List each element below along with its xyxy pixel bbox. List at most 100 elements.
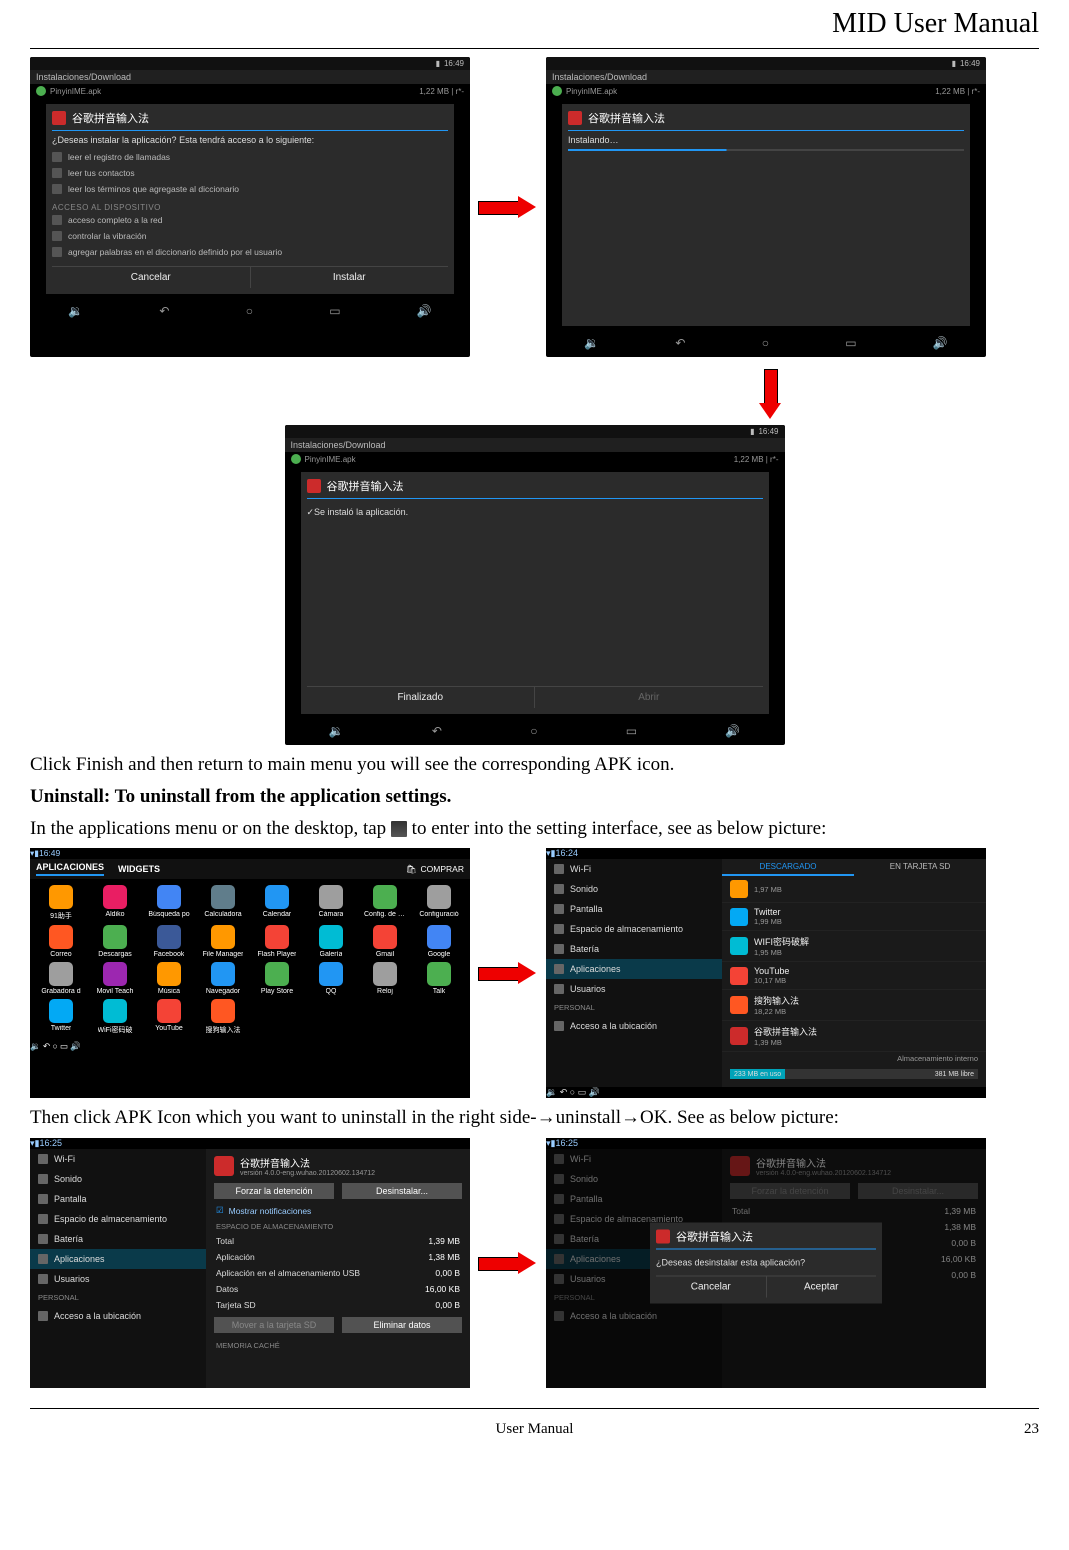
app-launcher-item[interactable]: Navegador [198, 962, 248, 995]
sidebar-item-wifi[interactable]: Wi-Fi [546, 1149, 722, 1169]
sidebar-item-sound[interactable]: Sonido [546, 879, 722, 899]
shop-button[interactable]: COMPRAR [421, 864, 464, 874]
app-launcher-item[interactable]: Facebook [144, 925, 194, 958]
sidebar-item-users[interactable]: Usuarios [546, 979, 722, 999]
force-stop-button[interactable]: Forzar la detención [214, 1183, 334, 1199]
sidebar-item-display[interactable]: Pantalla [30, 1189, 206, 1209]
ok-button[interactable]: Aceptar [766, 1277, 877, 1298]
sidebar-item-battery[interactable]: Batería [546, 939, 722, 959]
app-list-item[interactable]: 搜狗输入法18,22 MB [722, 990, 986, 1021]
sidebar-item-storage[interactable]: Espacio de almacenamiento [546, 919, 722, 939]
app-launcher-item[interactable]: File Manager [198, 925, 248, 958]
app-launcher-item[interactable]: Flash Player [252, 925, 302, 958]
sidebar-item-battery[interactable]: Batería [30, 1229, 206, 1249]
android-icon [36, 86, 46, 96]
app-launcher-item[interactable]: Calendar [252, 885, 302, 921]
app-launcher-item[interactable]: Reloj [360, 962, 410, 995]
app-launcher-item[interactable]: 91助手 [36, 885, 86, 921]
recent-icon[interactable]: ▭ [626, 724, 637, 738]
recent-icon[interactable]: ▭ [578, 1087, 587, 1097]
app-launcher-item[interactable]: Config. de Go [360, 885, 410, 921]
sidebar-item-sound[interactable]: Sonido [30, 1169, 206, 1189]
tab-applications[interactable]: APLICACIONES [36, 862, 104, 876]
app-launcher-item[interactable]: 搜狗输入法 [198, 999, 248, 1035]
app-list-item[interactable]: WIFI密码破解1,95 MB [722, 931, 986, 962]
app-launcher-item[interactable]: Correo [36, 925, 86, 958]
app-launcher-item[interactable]: Aldiko [90, 885, 140, 921]
back-icon[interactable]: ↶ [432, 724, 442, 738]
done-button[interactable]: Finalizado [307, 687, 535, 708]
install-button[interactable]: Instalar [250, 267, 449, 288]
home-icon[interactable]: ○ [530, 724, 537, 738]
sidebar-item-display[interactable]: Pantalla [546, 899, 722, 919]
recent-icon[interactable]: ▭ [845, 336, 856, 350]
tab-widgets[interactable]: WIDGETS [118, 864, 160, 874]
vol-down-icon[interactable]: 🔉 [584, 336, 599, 350]
app-launcher-item[interactable]: Búsqueda po [144, 885, 194, 921]
apk-filename: PinyinIME.apk [305, 455, 356, 464]
move-sd-button[interactable]: Mover a la tarjeta SD [214, 1317, 334, 1333]
uninstall-dialog: 谷歌拼音输入法 ¿Deseas desinstalar esta aplicac… [650, 1223, 882, 1304]
vol-up-icon[interactable]: 🔊 [589, 1087, 600, 1097]
home-icon[interactable]: ○ [246, 304, 253, 318]
vol-up-icon[interactable]: 🔊 [70, 1041, 81, 1051]
app-launcher-item[interactable]: WiFi密码破 [90, 999, 140, 1035]
app-list-item[interactable]: YouTube10,17 MB [722, 962, 986, 990]
cancel-button[interactable]: Cancelar [656, 1277, 766, 1298]
app-launcher-item[interactable]: Galería [306, 925, 356, 958]
sidebar-item-wifi[interactable]: Wi-Fi [30, 1149, 206, 1169]
app-launcher-item[interactable]: Cámara [306, 885, 356, 921]
app-list-item[interactable]: 谷歌拼音输入法1,39 MB [722, 1021, 986, 1052]
app-launcher-item[interactable]: Gmail [360, 925, 410, 958]
cancel-button[interactable]: Cancelar [52, 267, 250, 288]
sidebar-item-wifi[interactable]: Wi-Fi [546, 859, 722, 879]
back-icon[interactable]: ↶ [675, 336, 685, 350]
vol-up-icon[interactable]: 🔊 [933, 336, 948, 350]
home-icon[interactable]: ○ [52, 1041, 57, 1051]
app-launcher-item[interactable]: Twitter [36, 999, 86, 1035]
app-launcher-item[interactable]: Movil Teach [90, 962, 140, 995]
app-launcher-item[interactable]: Música [144, 962, 194, 995]
app-launcher-item[interactable]: Play Store [252, 962, 302, 995]
app-launcher-item[interactable]: Configuració [414, 885, 464, 921]
app-list-item[interactable]: 1,97 MB [722, 876, 986, 903]
settings-sidebar: Wi-FiSonidoPantallaEspacio de almacenami… [30, 1149, 206, 1388]
sidebar-item-sound[interactable]: Sonido [546, 1169, 722, 1189]
back-icon[interactable]: ↶ [43, 1041, 50, 1051]
show-notifications-label: Mostrar notificaciones [229, 1206, 312, 1216]
sidebar-item-display[interactable]: Pantalla [546, 1189, 722, 1209]
app-launcher-item[interactable]: QQ [306, 962, 356, 995]
clear-data-button[interactable]: Eliminar datos [342, 1317, 462, 1333]
recent-icon[interactable]: ▭ [60, 1041, 68, 1051]
tab-sd[interactable]: EN TARJETA SD [854, 859, 986, 876]
sidebar-item-apps[interactable]: Aplicaciones [546, 959, 722, 979]
vol-up-icon[interactable]: 🔊 [417, 304, 432, 318]
checkbox-icon[interactable]: ☑ [216, 1205, 224, 1216]
vol-down-icon[interactable]: 🔉 [68, 304, 83, 318]
sidebar-item-apps[interactable]: Aplicaciones [30, 1249, 206, 1269]
open-button[interactable]: Abrir [534, 687, 763, 708]
app-launcher-item[interactable]: Calculadora [198, 885, 248, 921]
back-icon[interactable]: ↶ [560, 1087, 568, 1097]
vol-down-icon[interactable]: 🔉 [546, 1087, 557, 1097]
vol-down-icon[interactable]: 🔉 [329, 724, 344, 738]
back-icon[interactable]: ↶ [159, 304, 169, 318]
vol-down-icon[interactable]: 🔉 [30, 1041, 41, 1051]
sidebar-item-location[interactable]: Acceso a la ubicación [546, 1306, 722, 1326]
sidebar-item-location[interactable]: Acceso a la ubicación [30, 1306, 206, 1326]
home-icon[interactable]: ○ [570, 1087, 575, 1097]
sidebar-item-storage[interactable]: Espacio de almacenamiento [30, 1209, 206, 1229]
app-launcher-item[interactable]: Talk [414, 962, 464, 995]
app-launcher-item[interactable]: Descargas [90, 925, 140, 958]
uninstall-button[interactable]: Desinstalar... [342, 1183, 462, 1199]
app-launcher-item[interactable]: YouTube [144, 999, 194, 1035]
app-list-item[interactable]: Twitter1,99 MB [722, 903, 986, 931]
recent-icon[interactable]: ▭ [329, 304, 340, 318]
sidebar-item-users[interactable]: Usuarios [30, 1269, 206, 1289]
app-launcher-item[interactable]: Grabadora d [36, 962, 86, 995]
tab-downloaded[interactable]: DESCARGADO [722, 859, 854, 876]
app-launcher-item[interactable]: Google [414, 925, 464, 958]
sidebar-item-location[interactable]: Acceso a la ubicación [546, 1016, 722, 1036]
home-icon[interactable]: ○ [762, 336, 769, 350]
vol-up-icon[interactable]: 🔊 [725, 724, 740, 738]
